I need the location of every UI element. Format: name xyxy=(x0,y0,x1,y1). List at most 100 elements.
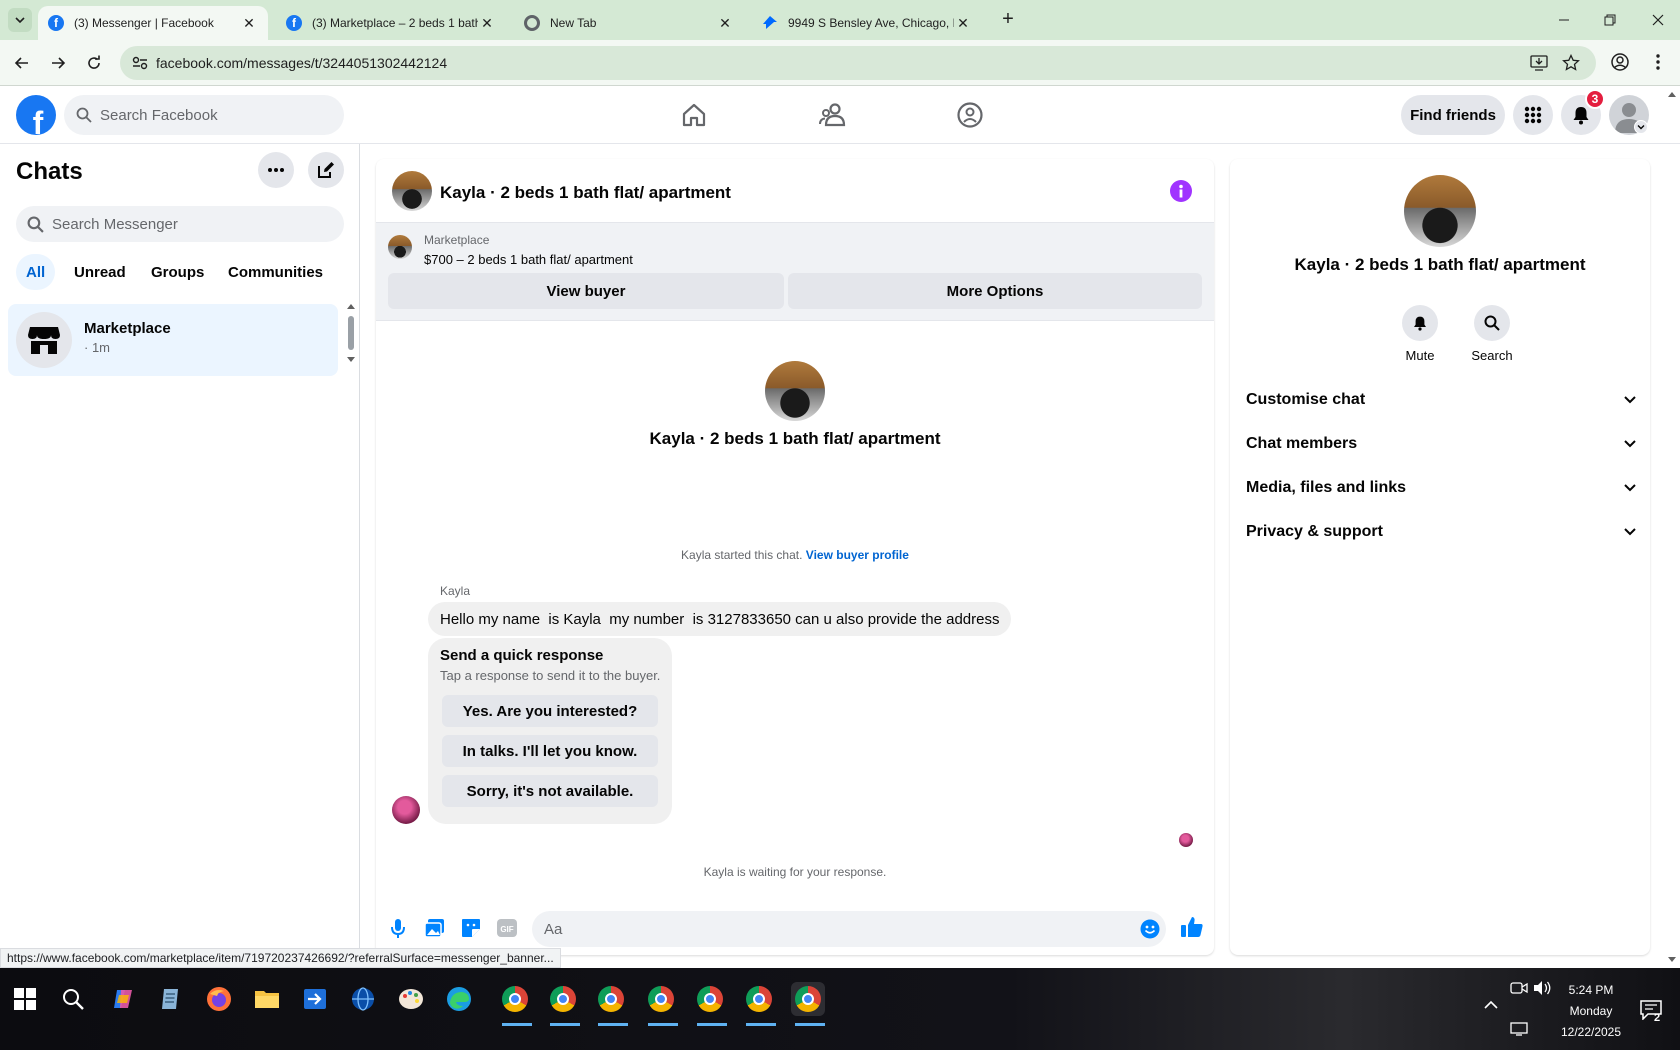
more-options-button[interactable]: More Options xyxy=(788,273,1202,309)
conversation-title[interactable]: Kayla · 2 beds 1 bath flat/ apartment xyxy=(440,183,731,203)
file-explorer-app[interactable] xyxy=(250,982,284,1016)
chat-list-item[interactable]: Marketplace · 1m xyxy=(8,304,338,376)
conversation-avatar[interactable] xyxy=(392,171,432,211)
vpn-app[interactable] xyxy=(346,982,380,1016)
sticker-button[interactable] xyxy=(460,917,482,939)
conversation-info-button[interactable] xyxy=(1170,180,1192,202)
chat-list-scrollbar[interactable] xyxy=(346,304,356,364)
chrome-profile-1[interactable] xyxy=(498,982,532,1016)
chrome-profile-2[interactable] xyxy=(546,982,580,1016)
tab-messenger[interactable]: f (3) Messenger | Facebook ✕ xyxy=(38,6,268,40)
site-info-icon[interactable] xyxy=(132,56,148,70)
chrome-profile-4[interactable] xyxy=(644,982,678,1016)
edge-app[interactable] xyxy=(442,982,476,1016)
paint-app[interactable] xyxy=(394,982,428,1016)
section-customise-chat[interactable]: Customise chat xyxy=(1246,382,1636,418)
notes-app[interactable] xyxy=(154,982,188,1016)
address-bar[interactable]: facebook.com/messages/t/3244051302442124 xyxy=(120,46,1596,80)
voice-clip-button[interactable] xyxy=(388,917,408,939)
facebook-search-input[interactable]: Search Facebook xyxy=(64,95,344,135)
quick-response-option[interactable]: In talks. I'll let you know. xyxy=(442,735,658,767)
filter-communities[interactable]: Communities xyxy=(218,254,333,290)
remote-app[interactable] xyxy=(298,982,332,1016)
message-input[interactable]: Aa xyxy=(532,911,1166,947)
view-buyer-profile-link[interactable]: View buyer profile xyxy=(806,548,909,562)
account-chevron-badge[interactable] xyxy=(1634,120,1648,134)
tab-new-tab[interactable]: New Tab ✕ xyxy=(514,6,744,40)
section-chat-members[interactable]: Chat members xyxy=(1246,426,1636,462)
bell-icon xyxy=(1573,107,1589,125)
back-button[interactable] xyxy=(10,51,34,75)
tab-marketplace[interactable]: f (3) Marketplace – 2 beds 1 bath ✕ xyxy=(276,6,506,40)
scroll-down-arrow[interactable] xyxy=(347,357,355,362)
listing-summary[interactable]: $700 – 2 beds 1 bath flat/ apartment xyxy=(424,252,633,267)
view-buyer-button[interactable]: View buyer xyxy=(388,273,784,309)
page-scroll-up-arrow[interactable] xyxy=(1668,92,1676,97)
browser-menu-button[interactable] xyxy=(1648,52,1668,72)
close-tab-icon[interactable]: ✕ xyxy=(954,15,972,32)
chrome-icon xyxy=(502,986,528,1012)
like-button[interactable] xyxy=(1180,915,1204,939)
search-action[interactable]: Search xyxy=(1470,305,1514,363)
start-button[interactable] xyxy=(8,982,42,1016)
message-bubble[interactable]: Hello my name is Kayla my number is 3127… xyxy=(428,602,1012,636)
profile-button[interactable] xyxy=(1610,52,1630,72)
chrome-profile-5[interactable] xyxy=(693,982,727,1016)
restore-window-button[interactable] xyxy=(1598,10,1622,30)
section-privacy-support[interactable]: Privacy & support xyxy=(1246,514,1636,550)
meet-now-icon[interactable] xyxy=(1510,980,1528,996)
tab-search-button[interactable] xyxy=(8,8,32,32)
compose-icon xyxy=(318,162,334,178)
close-tab-icon[interactable]: ✕ xyxy=(478,15,496,32)
mute-button[interactable] xyxy=(1402,305,1438,341)
messenger-search-input[interactable]: Search Messenger xyxy=(16,206,344,242)
close-tab-icon[interactable]: ✕ xyxy=(240,15,258,32)
view-buyer-label: View buyer xyxy=(546,282,626,300)
chrome-profile-3[interactable] xyxy=(594,982,628,1016)
search-in-conversation-button[interactable] xyxy=(1474,305,1510,341)
chrome-profile-7-active[interactable] xyxy=(791,982,825,1016)
section-label: Customise chat xyxy=(1246,391,1366,408)
attach-media-button[interactable] xyxy=(424,917,446,939)
menu-button[interactable] xyxy=(1513,95,1553,135)
new-tab-button[interactable]: + xyxy=(996,8,1020,32)
firefox-app[interactable] xyxy=(202,982,236,1016)
new-message-button[interactable] xyxy=(308,152,344,188)
chrome-profile-6[interactable] xyxy=(742,982,776,1016)
minimize-window-button[interactable] xyxy=(1552,10,1576,30)
nav-home[interactable] xyxy=(676,98,712,132)
copilot-app[interactable] xyxy=(106,982,140,1016)
close-window-button[interactable] xyxy=(1646,10,1670,30)
bookmark-star-icon[interactable] xyxy=(1562,54,1580,72)
filter-unread[interactable]: Unread xyxy=(64,254,136,290)
facebook-logo[interactable]: f xyxy=(16,95,56,135)
scrollbar-thumb[interactable] xyxy=(348,316,354,350)
install-app-icon[interactable] xyxy=(1530,54,1548,72)
filter-label: All xyxy=(26,263,46,281)
taskbar-search-button[interactable] xyxy=(56,982,90,1016)
filter-all[interactable]: All xyxy=(16,254,56,290)
listing-thumbnail[interactable] xyxy=(388,235,412,259)
tab-zillow[interactable]: 9949 S Bensley Ave, Chicago, IL ✕ xyxy=(752,6,982,40)
details-avatar[interactable] xyxy=(1404,175,1476,247)
nav-friends[interactable] xyxy=(815,98,851,132)
section-media-files-links[interactable]: Media, files and links xyxy=(1246,470,1636,506)
clock[interactable]: 5:24 PM Monday 12/22/2025 xyxy=(1546,980,1636,1043)
reload-button[interactable] xyxy=(82,51,106,75)
nav-groups[interactable] xyxy=(952,98,988,132)
forward-button[interactable] xyxy=(46,51,70,75)
filter-groups[interactable]: Groups xyxy=(141,254,214,290)
quick-response-option[interactable]: Yes. Are you interested? xyxy=(442,695,658,727)
scroll-up-arrow[interactable] xyxy=(347,304,355,309)
find-friends-button[interactable]: Find friends xyxy=(1401,95,1505,135)
chat-options-button[interactable] xyxy=(258,152,294,188)
quick-response-option[interactable]: Sorry, it's not available. xyxy=(442,775,658,807)
mute-action[interactable]: Mute xyxy=(1398,305,1442,363)
page-scroll-down-arrow[interactable] xyxy=(1668,957,1676,962)
emoji-button[interactable] xyxy=(1140,919,1160,939)
network-icon[interactable] xyxy=(1510,1022,1528,1036)
show-hidden-icons-button[interactable] xyxy=(1484,1000,1498,1010)
gif-button[interactable]: GIF xyxy=(496,918,518,938)
close-tab-icon[interactable]: ✕ xyxy=(716,15,734,32)
sender-avatar[interactable] xyxy=(392,796,420,824)
